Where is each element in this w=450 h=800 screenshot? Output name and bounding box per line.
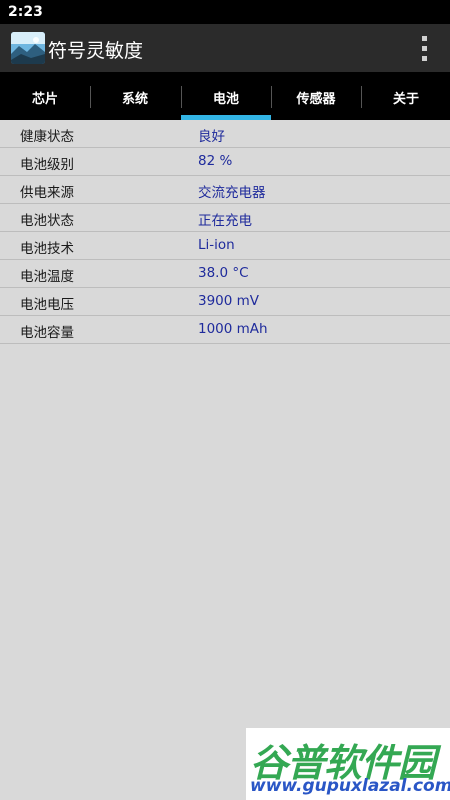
- overflow-menu-icon[interactable]: [420, 36, 430, 62]
- info-label: 电池级别: [20, 157, 74, 173]
- info-label: 电池容量: [20, 325, 74, 341]
- tab-label: 传感器: [296, 92, 336, 107]
- info-row-voltage: 电池电压 3900 mV: [0, 288, 450, 316]
- info-row-technology: 电池技术 Li-ion: [0, 232, 450, 260]
- info-value: 交流充电器: [198, 185, 266, 201]
- watermark: 谷普软件园 www.gupuxlazal.com: [246, 728, 450, 800]
- app-bar: 符号灵敏度: [0, 24, 450, 72]
- status-time: 2:23: [8, 4, 43, 20]
- info-label: 供电来源: [20, 185, 74, 201]
- info-row-capacity: 电池容量 1000 mAh: [0, 316, 450, 344]
- info-value: 正在充电: [198, 213, 252, 229]
- tab-label: 芯片: [31, 92, 58, 107]
- battery-info-table: 健康状态 良好 电池级别 82 % 供电来源 交流充电器 电池状态 正在充电 电…: [0, 120, 450, 344]
- info-label: 电池技术: [20, 241, 74, 257]
- tab-sensor[interactable]: 传感器: [271, 72, 361, 120]
- info-value: 良好: [198, 129, 225, 145]
- info-value: 3900 mV: [198, 293, 260, 309]
- tab-label: 关于: [392, 92, 419, 107]
- tab-bar: 芯片 系统 电池 传感器 关于: [0, 72, 450, 120]
- info-value: 82 %: [198, 153, 233, 169]
- info-label: 健康状态: [20, 129, 74, 145]
- info-label: 电池状态: [20, 213, 74, 229]
- tab-system[interactable]: 系统: [90, 72, 180, 120]
- info-row-health: 健康状态 良好: [0, 120, 450, 148]
- info-row-level: 电池级别 82 %: [0, 148, 450, 176]
- tab-chip[interactable]: 芯片: [0, 72, 90, 120]
- tab-label: 系统: [121, 92, 148, 107]
- info-label: 电池电压: [20, 297, 74, 313]
- info-row-status: 电池状态 正在充电: [0, 204, 450, 232]
- info-value: 38.0 °C: [198, 265, 249, 281]
- info-value: Li-ion: [198, 237, 235, 253]
- info-row-power-source: 供电来源 交流充电器: [0, 176, 450, 204]
- tab-battery[interactable]: 电池: [181, 72, 271, 120]
- tab-label: 电池: [212, 92, 239, 107]
- watermark-url: www.gupuxlazal.com: [250, 776, 450, 796]
- info-row-temperature: 电池温度 38.0 °C: [0, 260, 450, 288]
- info-value: 1000 mAh: [198, 321, 268, 337]
- info-label: 电池温度: [20, 269, 74, 285]
- app-icon: [11, 32, 45, 64]
- status-bar: 2:23: [0, 0, 450, 24]
- app-title: 符号灵敏度: [48, 40, 144, 62]
- tab-about[interactable]: 关于: [361, 72, 450, 120]
